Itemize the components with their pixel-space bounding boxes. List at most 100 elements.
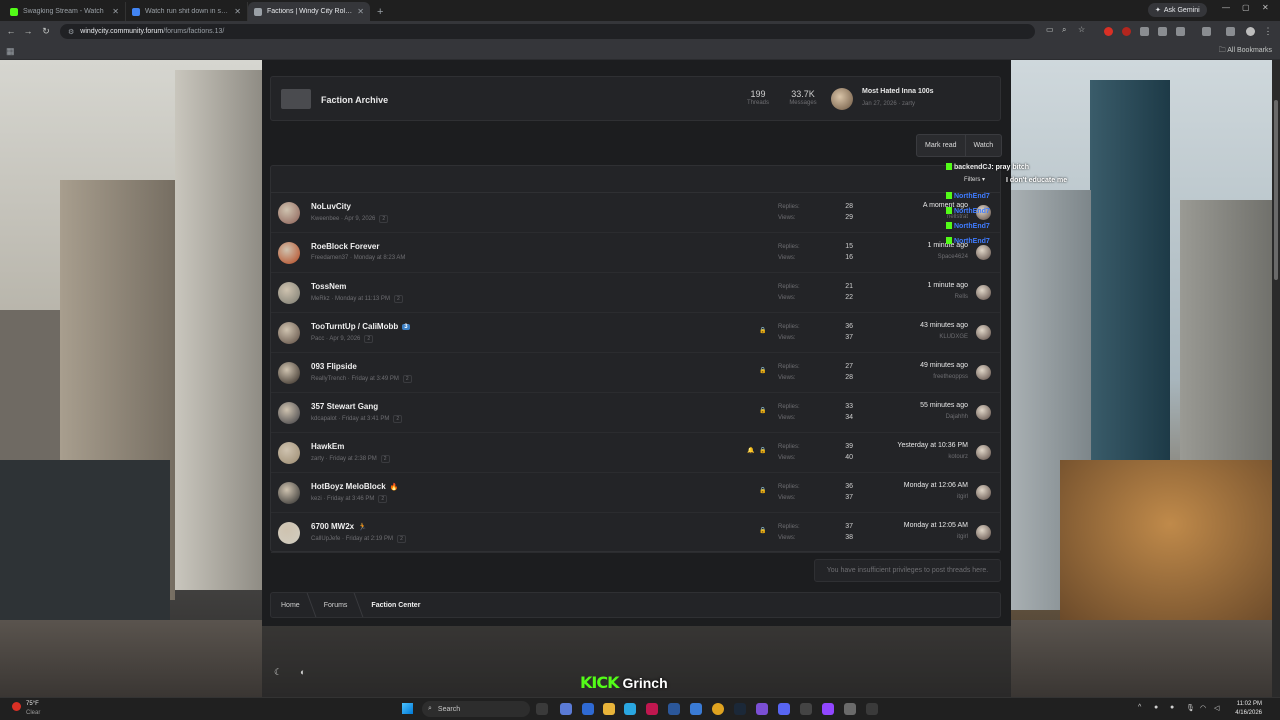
- thread-row[interactable]: 6700 MW2x 🏃 CallUpJefe · Friday at 2:19 PM…: [271, 513, 1000, 553]
- app-icon[interactable]: [668, 703, 680, 715]
- thread-title-text[interactable]: NoLuvCity: [311, 202, 351, 211]
- app-icon[interactable]: [646, 703, 658, 715]
- app-icon[interactable]: [844, 703, 856, 715]
- tab-close-icon[interactable]: ✕: [234, 7, 241, 16]
- last-post-user[interactable]: freetheoppss: [933, 374, 968, 380]
- last-post-user[interactable]: KLUDXGE: [939, 334, 968, 340]
- breadcrumb-item[interactable]: Home: [271, 602, 314, 609]
- app-icon[interactable]: [560, 703, 572, 715]
- page-jump[interactable]: 2: [402, 375, 412, 383]
- avatar[interactable]: [976, 405, 991, 420]
- zoom-icon[interactable]: ⌕: [1062, 25, 1071, 34]
- avatar[interactable]: [976, 445, 991, 460]
- page-jump[interactable]: 2: [380, 455, 390, 463]
- avatar[interactable]: [976, 245, 991, 260]
- back-icon[interactable]: ←: [5, 25, 17, 37]
- thread-title-text[interactable]: 6700 MW2x: [311, 522, 354, 531]
- last-post-user[interactable]: Rells: [955, 294, 968, 300]
- extensions-puzzle-icon[interactable]: [1176, 27, 1185, 36]
- last-post-time[interactable]: Monday at 12:05 AM: [904, 522, 968, 529]
- avatar[interactable]: [278, 402, 300, 424]
- address-bar[interactable]: ⚙ windycity.community.forum/forums/facti…: [60, 24, 1035, 39]
- thread-title[interactable]: NoLuvCity: [311, 202, 351, 211]
- page-jump[interactable]: 2: [378, 495, 388, 503]
- last-post-user[interactable]: kotourz: [948, 454, 968, 460]
- site-info-icon[interactable]: ⚙: [68, 28, 74, 36]
- last-post-time[interactable]: Monday at 12:06 AM: [904, 482, 968, 489]
- avatar[interactable]: [278, 522, 300, 544]
- taskbar-search[interactable]: ⌕ Search: [422, 701, 530, 717]
- thread-row[interactable]: HawkEm zarty · Friday at 2:38 PM 2 🔔 🔒 Replie…: [271, 433, 1000, 473]
- page-scrollbar[interactable]: [1272, 60, 1280, 697]
- cast-icon[interactable]: ▭: [1046, 25, 1055, 34]
- thread-title-text[interactable]: HawkEm: [311, 442, 344, 451]
- taskbar-clock[interactable]: 11:02 PM 4/16/2026: [1228, 700, 1262, 718]
- mark-read-button[interactable]: Mark read: [917, 135, 965, 156]
- last-post-user[interactable]: Dajahhh: [946, 414, 968, 420]
- avatar[interactable]: [831, 88, 853, 110]
- avatar[interactable]: [976, 485, 991, 500]
- watch-button[interactable]: Watch: [964, 135, 1002, 156]
- theme-moon-icon[interactable]: ☾: [274, 667, 282, 678]
- chat-username[interactable]: NorthEnd7: [954, 238, 990, 245]
- thread-title-text[interactable]: RoeBlock Forever: [311, 242, 379, 251]
- file-explorer-icon[interactable]: [603, 703, 615, 715]
- thread-title[interactable]: TossNem: [311, 282, 346, 291]
- thread-row[interactable]: TooTurntUp / CaliMobb 3 Pacc · Apr 9, 2026…: [271, 313, 1000, 353]
- avatar[interactable]: [976, 525, 991, 540]
- thread-title-text[interactable]: HotBoyz MeloBlock: [311, 482, 386, 491]
- chat-username[interactable]: NorthEnd7: [954, 208, 990, 215]
- thread-title-text[interactable]: 093 Flipside: [311, 362, 357, 371]
- avatar[interactable]: [976, 365, 991, 380]
- thread-author[interactable]: zarty: [311, 456, 324, 462]
- thread-author[interactable]: kdcapalot: [311, 416, 337, 422]
- last-post-time[interactable]: 55 minutes ago: [920, 402, 968, 409]
- avatar[interactable]: [278, 442, 300, 464]
- avatar[interactable]: [976, 285, 991, 300]
- settings-icon[interactable]: [866, 703, 878, 715]
- thread-title[interactable]: 093 Flipside: [311, 362, 357, 371]
- subforum-title[interactable]: Faction Archive: [321, 95, 388, 105]
- thread-row[interactable]: NoLuvCity Kweenbee · Apr 9, 2026 2 Replies:…: [271, 193, 1000, 233]
- ask-gemini-button[interactable]: ✦ Ask Gemini: [1148, 3, 1207, 17]
- app-icon[interactable]: [690, 703, 702, 715]
- last-post-title[interactable]: Most Hated Inna 100s: [862, 88, 934, 95]
- thread-title-text[interactable]: 357 Stewart Gang: [311, 402, 378, 411]
- avatar[interactable]: [278, 322, 300, 344]
- thread-author[interactable]: Freedamen37: [311, 255, 348, 261]
- chat-filters-dropdown[interactable]: Filters ▾: [964, 176, 985, 183]
- thread-title[interactable]: HawkEm: [311, 442, 344, 451]
- thread-title[interactable]: 6700 MW2x 🏃: [311, 522, 367, 531]
- thread-title[interactable]: HotBoyz MeloBlock 🔥: [311, 482, 398, 491]
- app-icon[interactable]: [582, 703, 594, 715]
- microphone-icon[interactable]: 🎙: [1186, 704, 1195, 712]
- chat-username[interactable]: backendCJ: [954, 164, 991, 171]
- last-post-time[interactable]: Yesterday at 10:36 PM: [897, 442, 968, 449]
- sidepanel-icon[interactable]: [1202, 27, 1211, 36]
- thread-title-text[interactable]: TooTurntUp / CaliMobb: [311, 322, 398, 331]
- bookmark-star-icon[interactable]: ☆: [1078, 25, 1087, 34]
- breadcrumb-item[interactable]: Faction Center: [361, 602, 434, 609]
- last-post-time[interactable]: 49 minutes ago: [920, 362, 968, 369]
- page-jump[interactable]: 2: [379, 215, 389, 223]
- thread-row[interactable]: TossNem MeRkz · Monday at 11:13 PM 2 Replie…: [271, 273, 1000, 313]
- avatar[interactable]: [278, 362, 300, 384]
- thread-author[interactable]: CallUpJefe: [311, 536, 340, 542]
- chat-username[interactable]: NorthEnd7: [954, 193, 990, 200]
- thread-row[interactable]: RoeBlock Forever Freedamen37 · Monday at …: [271, 233, 1000, 273]
- last-post-time[interactable]: 43 minutes ago: [920, 322, 968, 329]
- thread-author[interactable]: Pacc: [311, 336, 324, 342]
- avatar[interactable]: [278, 482, 300, 504]
- tab-close-icon[interactable]: ✕: [112, 7, 119, 16]
- app-icon[interactable]: [756, 703, 768, 715]
- avatar[interactable]: [278, 282, 300, 304]
- thread-row[interactable]: HotBoyz MeloBlock 🔥 kezi · Friday at 3:46 …: [271, 473, 1000, 513]
- last-post-user[interactable]: itgirl: [957, 534, 968, 540]
- forward-icon[interactable]: →: [22, 25, 34, 37]
- menu-kebab-icon[interactable]: ⋮: [1262, 25, 1274, 37]
- thread-title[interactable]: TooTurntUp / CaliMobb 3: [311, 322, 410, 331]
- thread-author[interactable]: MeRkz: [311, 296, 330, 302]
- reload-icon[interactable]: ↻: [40, 25, 52, 37]
- page-jump[interactable]: 2: [397, 535, 406, 543]
- thread-title[interactable]: RoeBlock Forever: [311, 242, 379, 251]
